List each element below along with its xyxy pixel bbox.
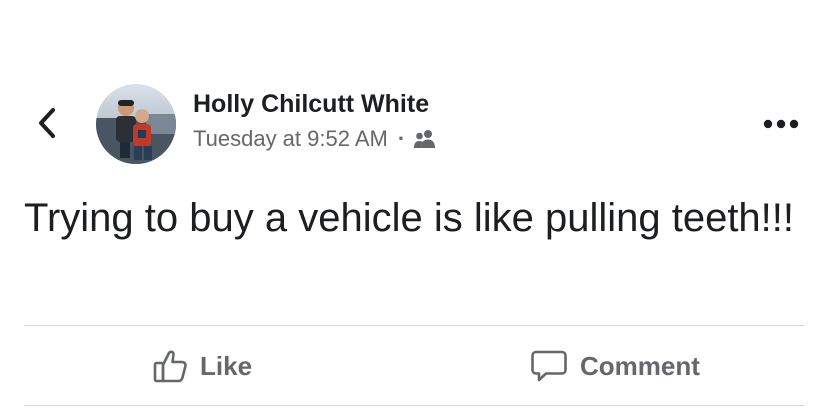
divider bbox=[24, 405, 804, 406]
comment-button[interactable]: Comment bbox=[530, 340, 700, 392]
post-screen: Holly Chilcutt White Tuesday at 9:52 AM … bbox=[0, 0, 828, 411]
more-horizontal-icon bbox=[763, 119, 799, 129]
more-options-button[interactable] bbox=[758, 110, 804, 138]
thumbs-up-icon bbox=[153, 350, 187, 383]
post-text: Trying to buy a vehicle is like pulling … bbox=[24, 196, 795, 240]
like-label: Like bbox=[200, 350, 253, 381]
comment-icon bbox=[531, 350, 567, 382]
chevron-left-icon bbox=[39, 108, 55, 138]
post-timestamp[interactable]: Tuesday at 9:52 AM bbox=[193, 126, 388, 152]
friends-icon[interactable] bbox=[413, 129, 437, 149]
post-meta: Tuesday at 9:52 AM · bbox=[193, 126, 437, 152]
meta-separator: · bbox=[397, 126, 406, 151]
author-name[interactable]: Holly Chilcutt White bbox=[193, 90, 429, 119]
divider bbox=[24, 325, 804, 326]
comment-label: Comment bbox=[580, 350, 700, 381]
like-button[interactable]: Like bbox=[152, 340, 252, 392]
back-button[interactable] bbox=[30, 106, 64, 140]
avatar[interactable] bbox=[96, 84, 176, 164]
